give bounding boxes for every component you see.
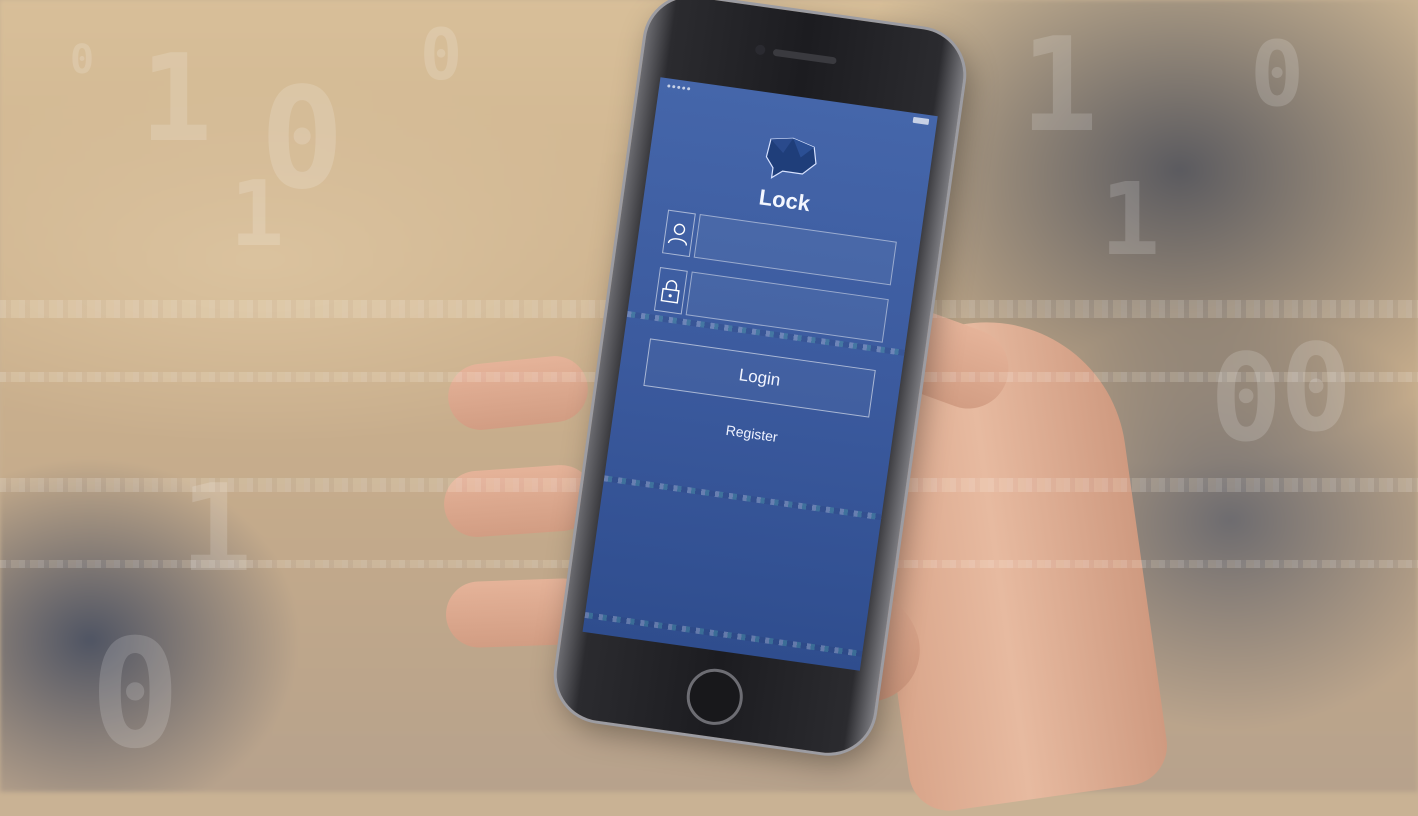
user-icon (662, 209, 696, 258)
battery-icon (912, 116, 930, 126)
padlock-icon (653, 267, 688, 315)
speech-bubble-icon (765, 137, 817, 179)
login-button[interactable]: Login (643, 338, 876, 418)
signal-icon (667, 83, 691, 90)
screen-glitch (603, 475, 882, 521)
password-field[interactable] (685, 271, 889, 343)
